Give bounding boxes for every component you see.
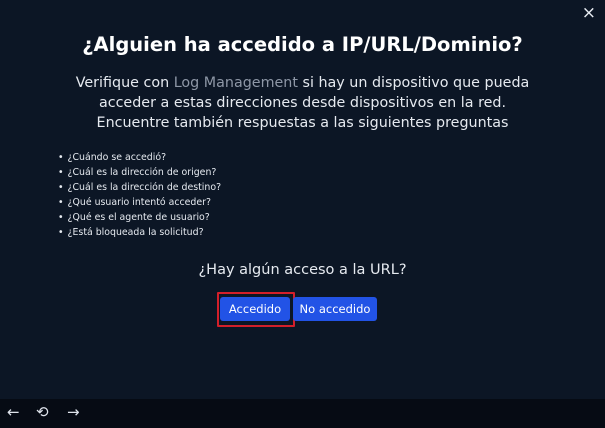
intro-prefix: Verifique con	[75, 75, 174, 91]
intro-line-2: acceder a estas direcciones desde dispos…	[98, 95, 507, 111]
close-icon[interactable]: ×	[582, 3, 596, 23]
reload-icon[interactable]: ⟲	[36, 403, 49, 421]
back-arrow-icon[interactable]: ←	[7, 403, 20, 421]
question-item: ¿Qué es el agente de usuario?	[58, 210, 221, 225]
intro-line1-suffix: si hay un dispositivo que pueda	[297, 75, 530, 91]
intro-text: Verifique con Log Management si hay un d…	[0, 73, 605, 133]
accedido-button[interactable]: Accedido	[220, 297, 290, 321]
question-item: ¿Cuál es la dirección de destino?	[58, 180, 222, 195]
dialog-title: ¿Alguien ha accedido a IP/URL/Dominio?	[82, 33, 523, 56]
log-management-link[interactable]: Log Management	[174, 75, 298, 91]
question-item: ¿Está bloqueada la solicitud?	[58, 225, 221, 240]
forward-arrow-icon[interactable]: →	[67, 403, 80, 421]
questions-list: ¿Cuándo se accedió? ¿Cuál es la direcció…	[58, 150, 222, 240]
question-item: ¿Qué usuario intentó acceder?	[58, 195, 221, 210]
question-item: ¿Cuál es la dirección de origen?	[58, 165, 221, 180]
bottom-nav-bar: ← ⟲ →	[0, 399, 605, 428]
access-prompt: ¿Hay algún acceso a la URL?	[198, 262, 407, 278]
intro-line-1: Verifique con Log Management si hay un d…	[0, 73, 605, 93]
question-item: ¿Cuándo se accedió?	[58, 150, 221, 165]
intro-line-3: Encuentre también respuestas a las sigui…	[96, 115, 509, 131]
no-accedido-button[interactable]: No accedido	[293, 297, 377, 321]
